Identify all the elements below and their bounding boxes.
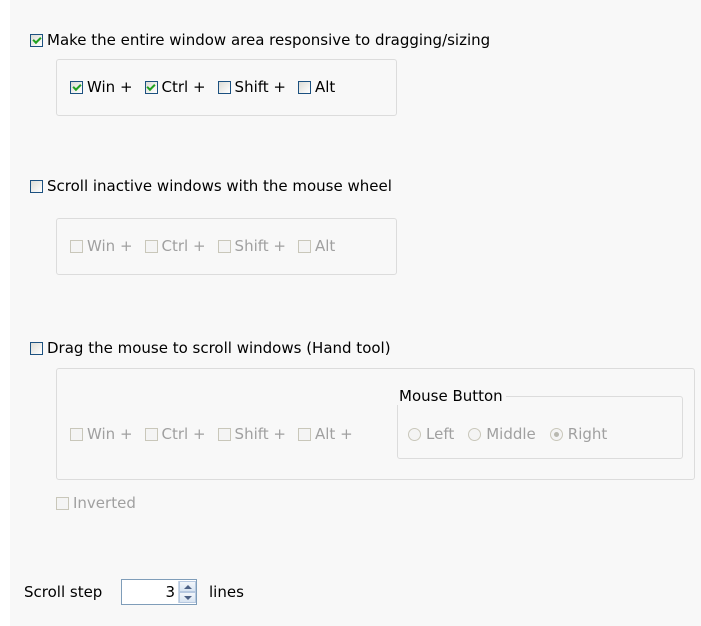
scroll-shift-label: Shift + xyxy=(234,237,286,255)
inverted-label: Inverted xyxy=(73,494,136,512)
scroll-modifiers-row: Win + Ctrl + Shift + Alt xyxy=(70,237,335,255)
mouse-button-left-option[interactable]: Left xyxy=(408,425,454,443)
mouse-button-options: Left Middle Right xyxy=(408,425,607,443)
mouse-button-title: Mouse Button xyxy=(396,387,506,405)
scroll-step-row: Scroll step xyxy=(24,583,102,601)
arrow-down-icon xyxy=(183,595,192,600)
scroll-alt-option[interactable]: Alt xyxy=(297,237,336,255)
inverted-option[interactable]: Inverted xyxy=(56,494,136,512)
hand-ctrl-option[interactable]: Ctrl + xyxy=(144,425,206,443)
drag-ctrl-label: Ctrl + xyxy=(161,78,206,96)
scroll-ctrl-option[interactable]: Ctrl + xyxy=(144,237,206,255)
hand-modifiers-row: Win + Ctrl + Shift + Alt + xyxy=(70,425,353,443)
scroll-step-label: Scroll step xyxy=(24,583,103,601)
spin-buttons xyxy=(178,581,196,603)
left-radio[interactable] xyxy=(408,427,421,441)
scroll-win-label: Win + xyxy=(87,237,133,255)
hand-ctrl-label: Ctrl + xyxy=(161,425,206,443)
hand-win-label: Win + xyxy=(87,425,133,443)
hand-win-checkbox[interactable] xyxy=(70,427,83,441)
spin-up-button[interactable] xyxy=(179,581,196,592)
hand-tool-option[interactable]: Drag the mouse to scroll windows (Hand t… xyxy=(30,339,391,357)
hand-shift-label: Shift + xyxy=(234,425,286,443)
drag-sizing-checkbox[interactable] xyxy=(30,33,43,47)
drag-alt-checkbox[interactable] xyxy=(297,80,311,94)
hand-alt-option[interactable]: Alt + xyxy=(297,425,353,443)
right-radio-label: Right xyxy=(567,425,608,443)
spin-down-button[interactable] xyxy=(179,592,196,603)
hand-shift-checkbox[interactable] xyxy=(217,427,231,441)
hand-alt-checkbox[interactable] xyxy=(297,427,311,441)
scroll-shift-option[interactable]: Shift + xyxy=(217,237,286,255)
hand-tool-checkbox[interactable] xyxy=(30,341,43,355)
scroll-win-checkbox[interactable] xyxy=(70,239,83,253)
hand-win-option[interactable]: Win + xyxy=(70,425,133,443)
drag-win-checkbox[interactable] xyxy=(70,80,83,94)
scroll-alt-label: Alt xyxy=(314,237,336,255)
drag-sizing-option[interactable]: Make the entire window area responsive t… xyxy=(30,31,490,49)
mouse-button-right-option[interactable]: Right xyxy=(549,425,608,443)
scroll-alt-checkbox[interactable] xyxy=(297,239,311,253)
hand-shift-option[interactable]: Shift + xyxy=(217,425,286,443)
scroll-win-option[interactable]: Win + xyxy=(70,237,133,255)
drag-ctrl-checkbox[interactable] xyxy=(144,80,158,94)
scroll-step-unit: lines xyxy=(209,583,244,601)
scroll-inactive-option[interactable]: Scroll inactive windows with the mouse w… xyxy=(30,177,392,195)
drag-modifiers-row: Win + Ctrl + Shift + Alt xyxy=(70,78,335,96)
scroll-step-unit-row: lines xyxy=(209,583,244,601)
checkmark-icon xyxy=(31,34,42,44)
scroll-ctrl-label: Ctrl + xyxy=(161,237,206,255)
drag-alt-label: Alt xyxy=(314,78,336,96)
drag-win-label: Win + xyxy=(87,78,133,96)
drag-sizing-label: Make the entire window area responsive t… xyxy=(47,31,491,49)
scroll-step-stepper[interactable]: 3 xyxy=(121,579,197,605)
arrow-up-icon xyxy=(183,584,192,589)
scroll-ctrl-checkbox[interactable] xyxy=(144,239,158,253)
mouse-button-middle-option[interactable]: Middle xyxy=(468,425,536,443)
hand-alt-label: Alt + xyxy=(314,425,353,443)
scroll-shift-checkbox[interactable] xyxy=(217,239,231,253)
left-radio-label: Left xyxy=(426,425,455,443)
hand-ctrl-checkbox[interactable] xyxy=(144,427,158,441)
middle-radio-label: Middle xyxy=(486,425,536,443)
radio-dot-icon xyxy=(553,431,559,437)
middle-radio[interactable] xyxy=(468,427,482,441)
settings-panel: Make the entire window area responsive t… xyxy=(10,0,701,626)
checkmark-icon xyxy=(146,81,156,91)
drag-shift-option[interactable]: Shift + xyxy=(217,78,286,96)
drag-ctrl-option[interactable]: Ctrl + xyxy=(144,78,206,96)
hand-tool-label: Drag the mouse to scroll windows (Hand t… xyxy=(47,339,391,357)
scroll-step-value[interactable]: 3 xyxy=(122,583,178,601)
right-radio[interactable] xyxy=(549,427,563,441)
scroll-inactive-label: Scroll inactive windows with the mouse w… xyxy=(47,177,392,195)
scroll-inactive-checkbox[interactable] xyxy=(30,179,43,193)
inverted-checkbox[interactable] xyxy=(56,496,69,510)
drag-alt-option[interactable]: Alt xyxy=(297,78,336,96)
drag-win-option[interactable]: Win + xyxy=(70,78,133,96)
drag-shift-checkbox[interactable] xyxy=(217,80,231,94)
checkmark-icon xyxy=(71,81,82,91)
drag-shift-label: Shift + xyxy=(234,78,286,96)
